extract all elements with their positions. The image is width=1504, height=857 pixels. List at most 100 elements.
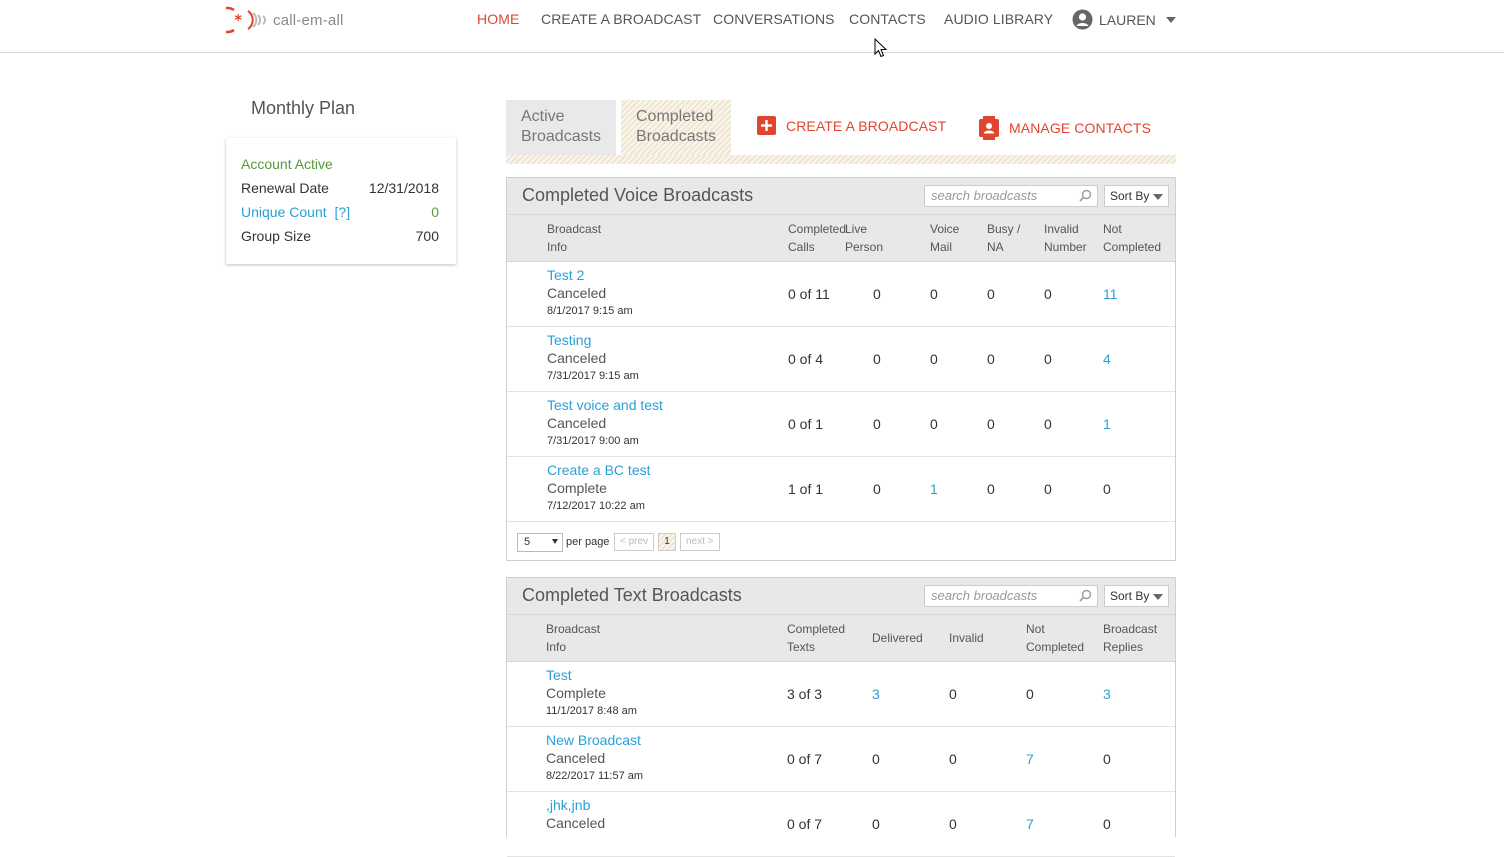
unique-count-value: 0 <box>431 204 439 220</box>
live-person-count: 0 <box>873 286 881 302</box>
nav-home[interactable]: HOME <box>477 11 519 27</box>
live-person-count: 0 <box>873 351 881 367</box>
not-completed-link[interactable]: 7 <box>1026 751 1034 767</box>
col-invalid-number[interactable]: Invalid Number <box>1044 220 1087 256</box>
col-voice-mail[interactable]: Voice Mail <box>930 220 959 256</box>
user-avatar-icon <box>1072 9 1093 30</box>
voice-sort-dropdown[interactable]: Sort By <box>1104 185 1169 207</box>
text-panel-header: Completed Text Broadcasts search broadca… <box>507 578 1175 615</box>
not-completed-link[interactable]: 1 <box>1103 416 1111 432</box>
completed-calls: 0 of 4 <box>788 351 824 367</box>
invalid-number-count: 0 <box>1044 481 1052 497</box>
search-icon <box>1079 189 1092 202</box>
nav-conversations[interactable]: CONVERSATIONS <box>713 11 835 27</box>
text-sort-dropdown[interactable]: Sort By <box>1104 585 1169 607</box>
voice-broadcasts-panel: Completed Voice Broadcasts search broadc… <box>506 177 1176 561</box>
col-broadcast-info[interactable]: Broadcast Info <box>547 220 601 256</box>
broadcast-status: Complete <box>547 480 607 496</box>
broadcast-name-link[interactable]: Test 2 <box>547 266 633 284</box>
table-row: Test Complete 11/1/2017 8:48 am 3 of 3 3… <box>507 662 1175 727</box>
search-icon <box>1079 589 1092 602</box>
not-completed-link[interactable]: 7 <box>1026 816 1034 832</box>
voice-mail-count: 0 <box>930 351 938 367</box>
tab-active-broadcasts[interactable]: Active Broadcasts <box>506 100 616 155</box>
plan-card: Account Active Renewal Date 12/31/2018 U… <box>226 138 456 264</box>
col-not-completed[interactable]: Not Completed <box>1026 620 1084 656</box>
col-busy-na[interactable]: Busy / NA <box>987 220 1020 256</box>
table-row: Create a BC test Complete 7/12/2017 10:2… <box>507 457 1175 522</box>
plan-renewal-row: Renewal Date 12/31/2018 <box>241 180 439 196</box>
manage-contacts-button[interactable]: MANAGE CONTACTS <box>979 116 1151 140</box>
create-broadcast-button[interactable]: CREATE A BROADCAST <box>757 116 946 135</box>
dropdown-arrow-icon <box>552 539 558 544</box>
broadcast-name-link[interactable]: Testing <box>547 331 639 349</box>
table-row: ,jhk,jnb Canceled 0 of 7 0 0 7 0 <box>507 792 1175 857</box>
broadcast-name-link[interactable]: New Broadcast <box>546 731 643 749</box>
top-navigation: * call-em-all HOME CREATE A BROADCAST CO… <box>0 0 1504 53</box>
nav-contacts[interactable]: CONTACTS <box>849 11 926 27</box>
group-size-label: Group Size <box>241 228 312 244</box>
col-broadcast-replies[interactable]: Broadcast Replies <box>1103 620 1157 656</box>
next-page-button[interactable]: next > <box>680 533 720 551</box>
plus-icon <box>757 116 776 135</box>
voice-mail-count: 0 <box>930 416 938 432</box>
broadcast-name-link[interactable]: ,jhk,jnb <box>546 796 605 814</box>
per-page-label: per page <box>566 536 610 548</box>
nav-create-broadcast[interactable]: CREATE A BROADCAST <box>541 11 701 27</box>
logo[interactable]: * call-em-all <box>226 5 344 35</box>
text-search-input[interactable]: search broadcasts <box>924 585 1098 607</box>
voice-panel-header: Completed Voice Broadcasts search broadc… <box>507 178 1175 215</box>
broadcast-name-link[interactable]: Create a BC test <box>547 461 651 479</box>
broadcast-name-link[interactable]: Test <box>546 666 637 684</box>
broadcast-info: Create a BC test Complete 7/12/2017 10:2… <box>547 461 651 515</box>
broadcast-date: 11/1/2017 8:48 am <box>546 705 637 717</box>
user-menu[interactable]: LAUREN <box>1072 9 1176 30</box>
unique-count-label[interactable]: Unique Count <box>241 204 327 220</box>
col-not-completed[interactable]: Not Completed <box>1103 220 1161 256</box>
invalid-number-count: 0 <box>1044 351 1052 367</box>
voice-search-input[interactable]: search broadcasts <box>924 185 1098 207</box>
per-page-value: 5 <box>524 536 531 548</box>
plan-group-row: Group Size 700 <box>241 228 439 244</box>
nav-audio-library[interactable]: AUDIO LIBRARY <box>944 11 1053 27</box>
mouse-cursor-icon <box>874 38 888 58</box>
replies-link[interactable]: 3 <box>1103 686 1111 702</box>
tab-active-line2: Broadcasts <box>521 128 602 145</box>
prev-page-button[interactable]: < prev <box>614 533 655 551</box>
voice-mail-link[interactable]: 1 <box>930 481 938 497</box>
chevron-down-icon <box>1165 16 1176 23</box>
contacts-book-icon <box>979 116 999 140</box>
not-completed-link[interactable]: 11 <box>1103 286 1118 302</box>
broadcast-date: 7/31/2017 9:00 am <box>547 435 639 447</box>
voice-mail-count: 0 <box>930 286 938 302</box>
brand-name: call-em-all <box>273 11 344 29</box>
busy-na-count: 0 <box>987 286 995 302</box>
unique-count-label-wrap: Unique Count [?] <box>241 204 350 220</box>
busy-na-count: 0 <box>987 351 995 367</box>
col-live-person[interactable]: Live Person <box>845 220 883 256</box>
plan-unique-row: Unique Count [?] 0 <box>241 204 439 220</box>
col-completed-texts[interactable]: Completed Texts <box>787 620 845 656</box>
nav-audio-library-wrap: AUDIO LIBRARY <box>944 0 1053 38</box>
current-page: 1 <box>658 533 676 551</box>
renewal-value: 12/31/2018 <box>368 180 439 196</box>
delivered-link[interactable]: 3 <box>872 686 880 702</box>
table-row: Test voice and test Canceled 7/31/2017 9… <box>507 392 1175 457</box>
replies-count: 0 <box>1103 816 1111 832</box>
broadcast-name-link[interactable]: Test voice and test <box>547 396 663 414</box>
broadcast-date: 8/22/2017 11:57 am <box>546 770 644 782</box>
not-completed-link[interactable]: 4 <box>1103 351 1111 367</box>
col-invalid[interactable]: Invalid <box>949 629 984 647</box>
col-delivered[interactable]: Delivered <box>872 629 923 647</box>
table-row: New Broadcast Canceled 8/22/2017 11:57 a… <box>507 727 1175 792</box>
completed-calls: 1 of 1 <box>788 481 824 497</box>
col-broadcast-info[interactable]: Broadcast Info <box>546 620 600 656</box>
delivered-count: 0 <box>872 816 880 832</box>
completed-texts: 0 of 7 <box>787 751 823 767</box>
per-page-select[interactable]: 5 <box>517 533 563 552</box>
col-completed-calls[interactable]: Completed Calls <box>788 220 846 256</box>
unique-count-help-link[interactable]: [?] <box>335 204 351 220</box>
completed-calls: 0 of 11 <box>788 286 830 302</box>
broadcast-status: Canceled <box>546 815 606 831</box>
svg-text:*: * <box>234 11 242 29</box>
